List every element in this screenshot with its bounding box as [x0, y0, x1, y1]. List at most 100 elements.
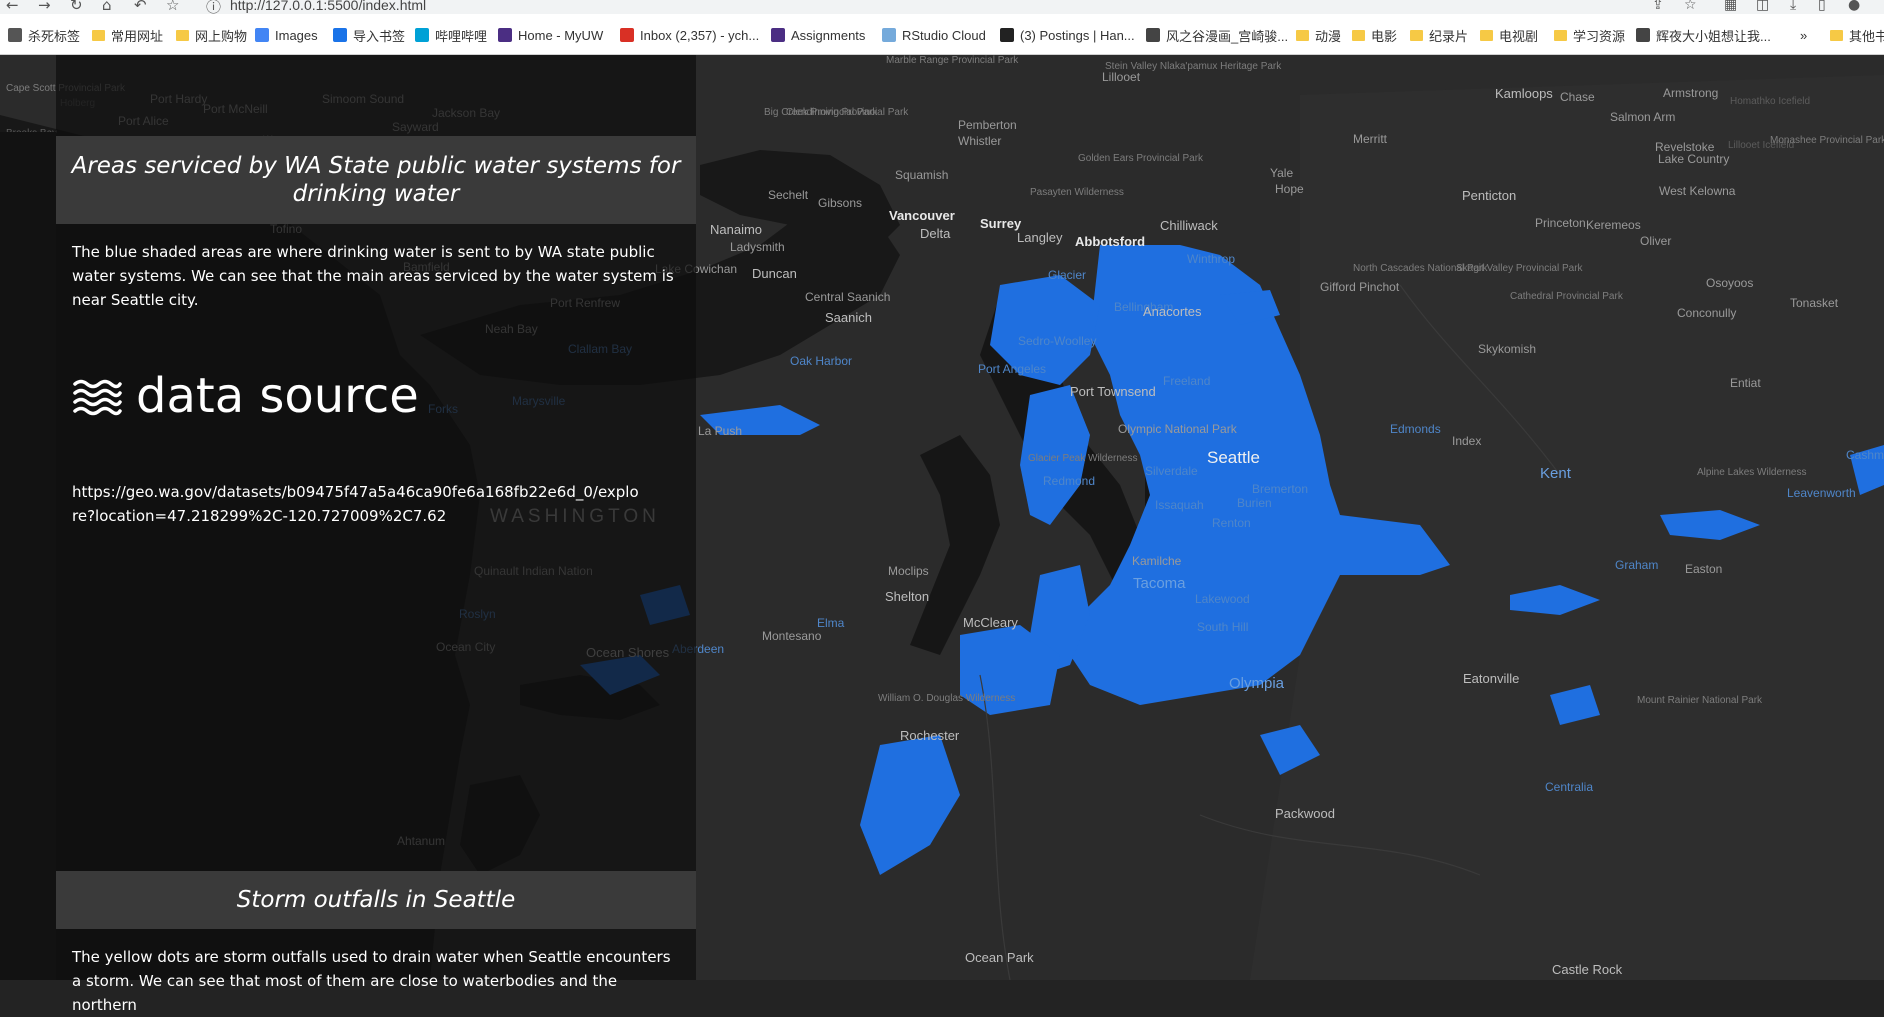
map-place-label: Edmonds — [1390, 422, 1441, 436]
gear-icon — [333, 28, 347, 42]
map-place-label: Graham — [1615, 558, 1659, 572]
bookmark-item[interactable]: 纪录片 — [1410, 26, 1468, 44]
map-place-label: Langley — [1017, 230, 1063, 245]
folder-icon — [1352, 29, 1365, 41]
map-place-label: Centralia — [1545, 780, 1594, 794]
browser-toolbar: ← → ↻ ⌂ ↶ ☆ ⓘ http://127.0.0.1:5500/inde… — [0, 0, 1884, 14]
bookmark-item[interactable]: Inbox (2,357) - ych... — [620, 26, 759, 44]
map-place-label: Olympia — [1229, 675, 1285, 692]
map-place-label: Elma — [817, 616, 845, 630]
bookmark-item[interactable]: 电视剧 — [1480, 26, 1538, 44]
map-place-label: Keremeos — [1586, 218, 1641, 232]
bookmark-item[interactable]: » — [1800, 26, 1807, 44]
folder-icon — [176, 29, 189, 41]
share-icon[interactable]: ⇪ — [1652, 0, 1664, 13]
map-place-label: Sechelt — [768, 188, 809, 202]
map-place-label: Penticton — [1462, 188, 1517, 203]
bookmark-item[interactable]: 常用网址 — [92, 26, 163, 44]
map-place-label: Saanich — [825, 310, 872, 325]
bookmark-item[interactable]: Assignments — [771, 26, 865, 44]
undo-icon[interactable]: ↶ — [134, 0, 147, 14]
home-icon[interactable]: ⌂ — [102, 0, 112, 14]
bookmark-item[interactable]: 哔哩哔哩 — [415, 26, 487, 44]
map-place-label: Yale — [1270, 166, 1294, 180]
map-place-label: Gibsons — [818, 196, 863, 210]
back-icon[interactable]: ← — [6, 0, 19, 14]
forward-icon[interactable]: → — [38, 0, 51, 14]
map-place-label: Pemberton — [958, 118, 1017, 132]
extensions-icon[interactable]: ▦ — [1724, 0, 1737, 13]
bookmark-label: RStudio Cloud — [902, 27, 986, 43]
folder-icon — [1410, 29, 1423, 41]
bookmark-label: 电影 — [1371, 28, 1398, 44]
map-place-label: Silverdale — [1145, 464, 1198, 478]
map-place-label: Bremerton — [1252, 482, 1309, 496]
bookmark-label: Assignments — [791, 27, 866, 43]
map-place-label: Glacier Peak Wilderness — [1028, 453, 1138, 464]
map-place-label: Golden Ears Provincial Park — [1078, 153, 1204, 164]
reload-icon[interactable]: ↻ — [70, 0, 83, 14]
map-place-label: Kamloops — [1495, 86, 1553, 101]
bookmark-item[interactable]: (3) Postings | Han... — [1000, 26, 1135, 44]
map-place-label: Nanaimo — [710, 222, 763, 237]
bookmark-star-icon[interactable]: ☆ — [1684, 0, 1697, 13]
map-place-label: Shelton — [885, 589, 930, 604]
bookmark-item[interactable]: 动漫 — [1296, 26, 1341, 44]
map-place-label: Merritt — [1353, 132, 1387, 146]
map-place-label: West Kelowna — [1659, 184, 1736, 198]
bookmark-label: 动漫 — [1315, 28, 1342, 44]
map-place-label: Stein Valley Nlaka'pamux Heritage Park — [1105, 61, 1282, 72]
puzzle-icon[interactable]: ◫ — [1756, 0, 1769, 13]
handshake-icon — [1000, 28, 1014, 42]
bookmark-label: 学习资源 — [1573, 28, 1626, 44]
map-place-label: Cashmere — [1846, 448, 1884, 462]
folder-icon — [1480, 29, 1493, 41]
bookmark-item[interactable]: 风之谷漫画_宫崎骏... — [1146, 26, 1288, 44]
bookmark-label: 电视剧 — [1499, 28, 1539, 44]
bookmark-item[interactable]: 杀死标签 — [8, 26, 80, 44]
folder-icon — [1554, 29, 1567, 41]
address-bar[interactable]: http://127.0.0.1:5500/index.html — [230, 0, 426, 13]
bookmark-label: 网上购物 — [195, 28, 248, 44]
bookmark-item[interactable]: 辉夜大小姐想让我... — [1636, 26, 1771, 44]
download-icon[interactable]: ⤓ — [1790, 0, 1796, 13]
bookmark-item[interactable]: 网上购物 — [176, 26, 247, 44]
map-place-label: La Push — [698, 424, 743, 438]
data-source-link[interactable]: https://geo.wa.gov/datasets/b09475f47a5a… — [72, 480, 642, 528]
map-place-label: Moclips — [888, 564, 929, 578]
bookmark-item[interactable]: 其他书 — [1830, 26, 1884, 44]
map-place-label: Winthrop — [1187, 252, 1236, 266]
star-icon[interactable]: ☆ — [166, 0, 179, 14]
map-place-label: Index — [1452, 434, 1482, 448]
map-place-label: Skagit Valley Provincial Park — [1456, 263, 1583, 274]
bookmark-item[interactable]: Images — [255, 26, 318, 44]
map-place-label: Entiat — [1730, 376, 1761, 390]
map-place-label: Kamilche — [1132, 554, 1182, 568]
map-place-label: McCleary — [963, 615, 1018, 630]
map-place-label: Oak Harbor — [790, 354, 853, 368]
bookmark-item[interactable]: 导入书签 — [333, 26, 405, 44]
map-place-label: Montesano — [762, 629, 822, 643]
site-icon — [1636, 28, 1650, 42]
map-place-label: Osoyoos — [1706, 276, 1754, 290]
canvas-icon — [771, 28, 785, 42]
map-place-label: William O. Douglas Wilderness — [878, 693, 1016, 704]
folder-icon — [92, 29, 105, 41]
bookmark-item[interactable]: Home - MyUW — [498, 26, 603, 44]
bookmark-item[interactable]: 电影 — [1352, 26, 1397, 44]
bookmark-item[interactable]: 学习资源 — [1554, 26, 1625, 44]
bookmark-label: » — [1800, 27, 1808, 43]
sidebar-icon[interactable]: ▯ — [1818, 0, 1826, 13]
bookmark-item[interactable]: RStudio Cloud — [882, 26, 986, 44]
map-place-label: Burien — [1237, 496, 1272, 510]
map-place-label: Duncan — [752, 266, 797, 281]
bookmark-label: 杀死标签 — [28, 28, 81, 44]
bookmark-label: 哔哩哔哩 — [435, 28, 488, 44]
bookmarks-bar: 杀死标签 常用网址 网上购物 Images 导入书签 哔哩哔哩 Home - MyUW Inb… — [0, 14, 1884, 55]
profile-avatar[interactable]: ● — [1848, 0, 1860, 13]
map-place-label: Salmon Arm — [1610, 110, 1676, 124]
section-body-storm-outfalls: The yellow dots are storm outfalls used … — [72, 948, 671, 1014]
bookmark-label: 导入书签 — [353, 28, 406, 44]
bookmark-label: 纪录片 — [1429, 28, 1469, 44]
map-place-label: Delta — [920, 226, 951, 241]
